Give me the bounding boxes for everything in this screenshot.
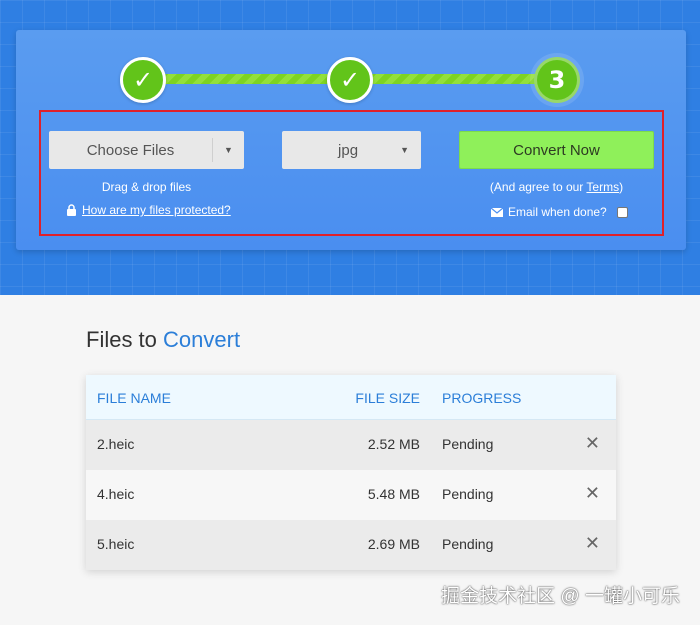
envelope-icon — [491, 207, 503, 217]
step-progress-track-2 — [368, 74, 538, 84]
email-notify-row: Email when done? — [491, 205, 628, 219]
table-row: 5.heic 2.69 MB Pending ✕ — [86, 520, 616, 570]
title-accent: Convert — [163, 327, 241, 352]
drag-drop-hint: Drag & drop files — [101, 180, 192, 194]
format-select-value: jpg — [338, 141, 359, 159]
table-header: FILE NAME FILE SIZE PROGRESS — [86, 375, 616, 420]
format-select[interactable]: jpg ▼ — [282, 131, 421, 169]
file-name: 5.heic — [97, 536, 135, 552]
chevron-down-icon: ▼ — [400, 145, 409, 155]
step-progress-track-1 — [160, 74, 335, 84]
convert-now-label: Convert Now — [513, 141, 600, 159]
file-size: 2.52 MB — [367, 436, 420, 452]
watermark-text: 掘金技术社区 @ 一罐小可乐 — [441, 586, 680, 607]
close-icon[interactable]: ✕ — [585, 483, 600, 504]
step-3-indicator: 3 — [534, 57, 580, 103]
chevron-down-icon[interactable]: ▼ — [213, 145, 244, 155]
choose-files-label: Choose Files — [86, 141, 175, 159]
step-2-indicator: ✓ — [327, 57, 373, 103]
email-notify-checkbox[interactable] — [616, 206, 628, 218]
close-icon[interactable]: ✕ — [585, 533, 600, 554]
file-size: 2.69 MB — [367, 536, 420, 552]
file-protection-info: How are my files protected? — [66, 203, 231, 217]
lock-icon — [66, 204, 77, 216]
table-row: 4.heic 5.48 MB Pending ✕ — [86, 470, 616, 520]
file-size: 5.48 MB — [367, 486, 420, 502]
file-name: 2.heic — [97, 436, 135, 452]
column-header-progress: PROGRESS — [442, 390, 522, 406]
column-header-file-name: FILE NAME — [97, 390, 171, 406]
files-protected-link[interactable]: How are my files protected? — [82, 203, 231, 217]
agree-suffix: ) — [619, 180, 624, 194]
title-plain: Files to — [86, 327, 164, 352]
checkmark-icon: ✓ — [339, 66, 361, 94]
step-1-indicator: ✓ — [120, 57, 166, 103]
checkmark-icon: ✓ — [132, 66, 154, 94]
step-number: 3 — [548, 66, 566, 94]
email-notify-label: Email when done? — [508, 205, 607, 219]
file-progress: Pending — [442, 486, 494, 502]
column-header-file-size: FILE SIZE — [355, 390, 420, 406]
terms-agreement: (And agree to our Terms) — [459, 180, 654, 194]
table-row: 2.heic 2.52 MB Pending ✕ — [86, 420, 616, 470]
file-progress: Pending — [442, 536, 494, 552]
file-name: 4.heic — [97, 486, 135, 502]
choose-files-button[interactable]: Choose Files ▼ — [49, 131, 244, 169]
files-section-title: Files to Convert — [86, 327, 240, 353]
terms-link[interactable]: Terms — [586, 180, 619, 194]
files-table: FILE NAME FILE SIZE PROGRESS 2.heic 2.52… — [86, 375, 616, 570]
close-icon[interactable]: ✕ — [585, 433, 600, 454]
convert-now-button[interactable]: Convert Now — [459, 131, 654, 169]
file-progress: Pending — [442, 436, 494, 452]
agree-prefix: (And agree to our — [489, 180, 587, 194]
